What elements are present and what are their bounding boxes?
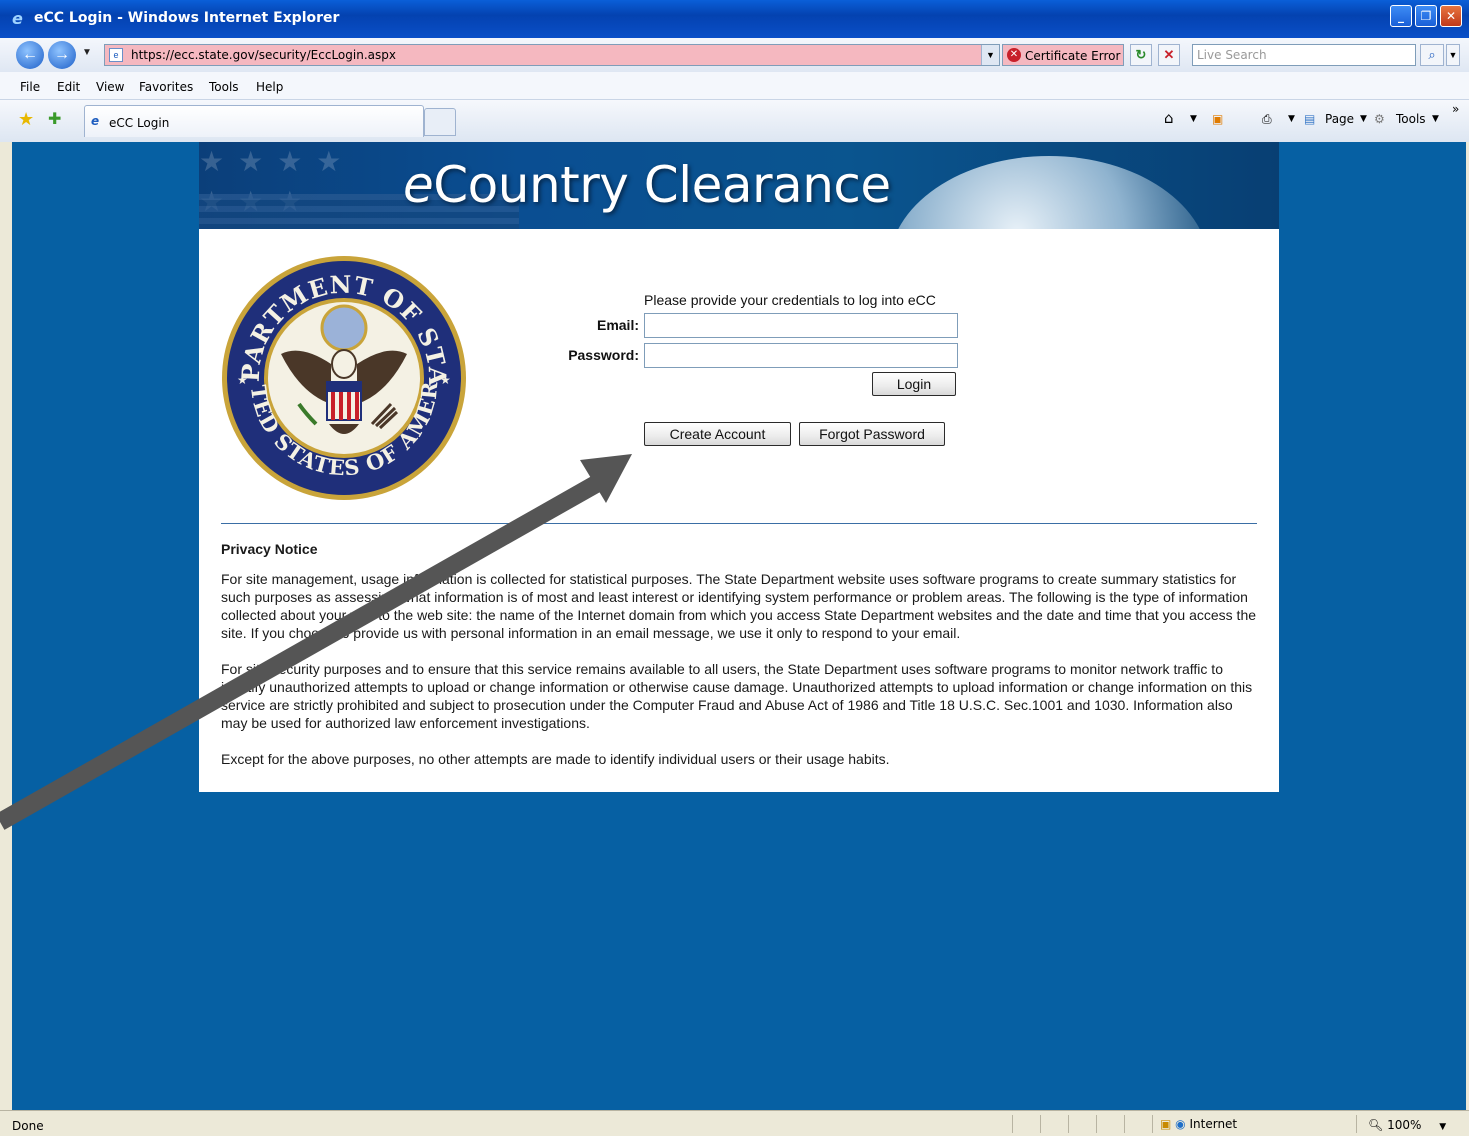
login-button[interactable]: Login bbox=[872, 372, 956, 396]
favorites-star-icon[interactable]: ★ bbox=[18, 109, 34, 130]
zoom-dropdown-icon[interactable]: ▼ bbox=[1439, 1122, 1446, 1132]
department-of-state-seal: DEPARTMENT OF STATE UNITED STATES OF AME… bbox=[221, 254, 466, 500]
window-left-edge bbox=[0, 142, 12, 1110]
zoom-level[interactable]: 🔍︎ 100% ▼ bbox=[1368, 1118, 1446, 1132]
more-commands-icon[interactable]: » bbox=[1452, 102, 1459, 116]
add-favorites-icon[interactable]: ✚ bbox=[48, 109, 61, 129]
address-toolbar: ← → ▼ e https://ecc.state.gov/security/E… bbox=[0, 38, 1469, 72]
login-prompt: Please provide your credentials to log i… bbox=[644, 292, 936, 308]
status-bar: Done ▣ ◉ Internet 🔍︎ 100% ▼ bbox=[0, 1110, 1469, 1136]
page-menu-icon: ▤ bbox=[1304, 112, 1316, 126]
refresh-button[interactable]: ↻ bbox=[1130, 44, 1152, 66]
ie-logo-icon: e bbox=[12, 9, 23, 28]
print-dropdown-icon[interactable]: ▼ bbox=[1288, 114, 1295, 124]
menu-bar: File Edit View Favorites Tools Help bbox=[0, 72, 1469, 100]
privacy-paragraph: For site security purposes and to ensure… bbox=[221, 661, 1253, 731]
status-text: Done bbox=[12, 1119, 44, 1133]
status-separator bbox=[1124, 1115, 1125, 1133]
page-viewport: ★★★★ ★★★ ★★★★ eCountry Clearance DEPARTM… bbox=[12, 142, 1466, 1110]
status-separator bbox=[1152, 1115, 1153, 1133]
status-separator bbox=[1096, 1115, 1097, 1133]
print-icon[interactable]: ⎙ bbox=[1262, 112, 1272, 127]
page-dropdown-icon[interactable]: ▼ bbox=[1360, 114, 1367, 124]
create-account-button[interactable]: Create Account bbox=[644, 422, 791, 446]
home-icon[interactable]: ⌂ bbox=[1164, 109, 1174, 127]
tab-ecc-login[interactable]: e eCC Login bbox=[84, 105, 424, 137]
privacy-heading: Privacy Notice bbox=[221, 541, 318, 557]
globe-icon: ◉ bbox=[1175, 1117, 1186, 1131]
svg-text:★: ★ bbox=[237, 373, 248, 387]
address-bar[interactable]: e https://ecc.state.gov/security/EccLogi… bbox=[104, 44, 1000, 66]
new-tab-button[interactable] bbox=[424, 108, 456, 136]
tools-dropdown-icon[interactable]: ▼ bbox=[1432, 114, 1439, 124]
menu-view[interactable]: View bbox=[96, 80, 124, 94]
password-label: Password: bbox=[568, 347, 639, 363]
close-window-button[interactable]: ✕ bbox=[1440, 5, 1462, 27]
maximize-button[interactable]: ❐ bbox=[1415, 5, 1437, 27]
email-field[interactable] bbox=[644, 313, 958, 338]
search-icon[interactable]: ⌕ bbox=[1420, 44, 1444, 66]
back-button[interactable]: ← bbox=[16, 41, 44, 69]
protected-mode-icon: ▣ bbox=[1160, 1117, 1172, 1131]
ecc-banner: ★★★★ ★★★ ★★★★ eCountry Clearance bbox=[199, 142, 1279, 230]
email-label: Email: bbox=[596, 317, 639, 333]
privacy-paragraph: Except for the above purposes, no other … bbox=[221, 751, 890, 767]
minimize-button[interactable]: _ bbox=[1390, 5, 1412, 27]
zoom-icon: 🔍︎ bbox=[1368, 1118, 1384, 1132]
address-dropdown-icon[interactable]: ▼ bbox=[981, 45, 999, 65]
divider bbox=[221, 523, 1257, 524]
search-options-dropdown-icon[interactable]: ▼ bbox=[1446, 44, 1460, 66]
page-icon: e bbox=[109, 48, 123, 62]
feeds-icon[interactable]: ▣ bbox=[1212, 112, 1223, 126]
recent-pages-dropdown-icon[interactable]: ▼ bbox=[82, 47, 92, 58]
zoom-label: 100% bbox=[1387, 1118, 1422, 1132]
menu-favorites[interactable]: Favorites bbox=[139, 80, 193, 94]
status-separator bbox=[1040, 1115, 1041, 1133]
svg-text:★: ★ bbox=[440, 373, 451, 387]
privacy-paragraph: For site management, usage information i… bbox=[221, 571, 1257, 641]
security-zone[interactable]: ▣ ◉ Internet bbox=[1160, 1117, 1237, 1131]
search-input[interactable]: Live Search bbox=[1192, 44, 1416, 66]
forward-button[interactable]: → bbox=[48, 41, 76, 69]
tab-bar: ★ ✚ e eCC Login ⌂ ▼ ▣ ⎙ ▼ ▤ Page ▼ ⚙ Too… bbox=[0, 100, 1469, 142]
tab-label: eCC Login bbox=[109, 116, 170, 130]
globe-image bbox=[889, 156, 1209, 230]
home-dropdown-icon[interactable]: ▼ bbox=[1190, 114, 1197, 124]
zone-label: Internet bbox=[1189, 1117, 1238, 1131]
privacy-notice: Privacy Notice For site management, usag… bbox=[221, 540, 1257, 786]
certificate-error-label: Certificate Error bbox=[1025, 49, 1121, 63]
stop-button[interactable]: ✕ bbox=[1158, 44, 1180, 66]
certificate-error-icon: ✕ bbox=[1007, 48, 1021, 62]
tools-menu[interactable]: Tools bbox=[1396, 112, 1426, 126]
gear-icon: ⚙ bbox=[1374, 112, 1385, 126]
forgot-password-button[interactable]: Forgot Password bbox=[799, 422, 945, 446]
banner-title: eCountry Clearance bbox=[403, 156, 891, 214]
certificate-error-button[interactable]: ✕ Certificate Error bbox=[1002, 44, 1124, 66]
login-panel: DEPARTMENT OF STATE UNITED STATES OF AME… bbox=[199, 229, 1279, 792]
password-field[interactable] bbox=[644, 343, 958, 368]
status-separator bbox=[1068, 1115, 1069, 1133]
address-url[interactable]: https://ecc.state.gov/security/EccLogin.… bbox=[131, 48, 396, 62]
tab-ie-icon: e bbox=[91, 114, 100, 128]
window-title: eCC Login - Windows Internet Explorer bbox=[34, 10, 340, 26]
menu-help[interactable]: Help bbox=[256, 80, 283, 94]
menu-tools[interactable]: Tools bbox=[209, 80, 239, 94]
menu-file[interactable]: File bbox=[20, 80, 40, 94]
page-menu[interactable]: Page bbox=[1325, 112, 1354, 126]
menu-edit[interactable]: Edit bbox=[57, 80, 80, 94]
window-title-bar: e eCC Login - Windows Internet Explorer … bbox=[0, 0, 1469, 38]
status-separator bbox=[1356, 1115, 1357, 1133]
status-separator bbox=[1012, 1115, 1013, 1133]
